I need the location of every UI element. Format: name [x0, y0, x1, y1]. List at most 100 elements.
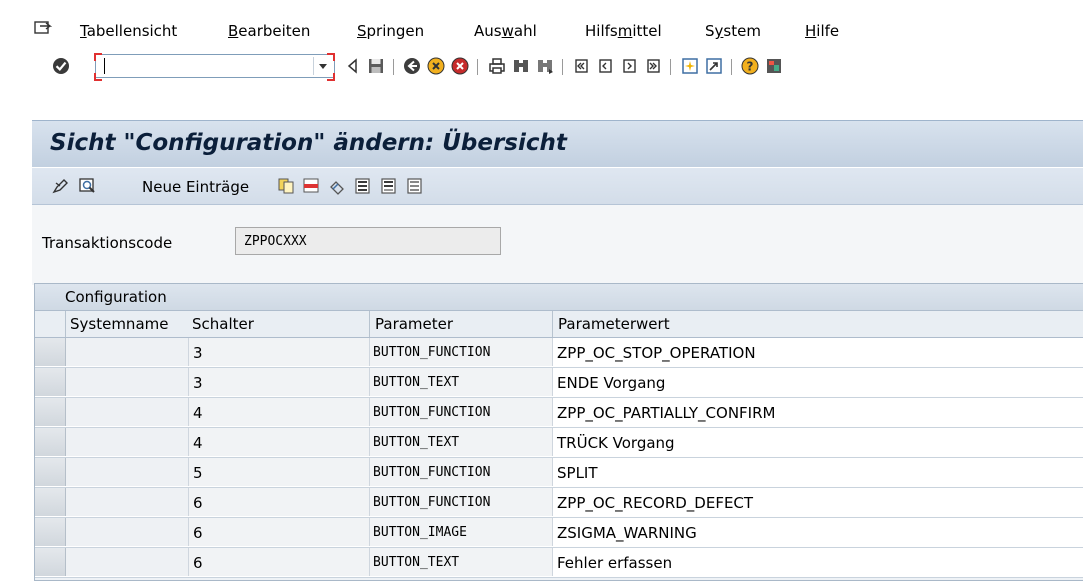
row-selector[interactable] [35, 338, 66, 366]
cell-schalter[interactable]: 3 [189, 338, 370, 366]
table-row[interactable]: 6 BUTTON_IMAGE ZSIGMA_WARNING [35, 518, 1083, 548]
next-page-icon[interactable] [620, 57, 638, 75]
configuration-table: Configuration Systemname Schalter Parame… [34, 283, 1083, 581]
cell-parameterwert[interactable]: Fehler erfassen [553, 548, 1083, 576]
row-selector[interactable] [35, 428, 66, 456]
menu-item-system[interactable]: System [705, 22, 761, 40]
cell-parameterwert[interactable]: ZSIGMA_WARNING [553, 518, 1083, 546]
cell-systemname[interactable] [66, 428, 189, 456]
column-header-parameter[interactable]: Parameter [375, 315, 453, 333]
cell-parameterwert[interactable]: TRÜCK Vorgang [553, 428, 1083, 456]
new-entries-button[interactable]: Neue Einträge [142, 178, 249, 196]
cell-schalter[interactable]: 4 [189, 428, 370, 456]
enter-icon[interactable] [52, 57, 70, 75]
focus-corner-bottom-left [94, 73, 102, 81]
table-row[interactable]: 4 BUTTON_FUNCTION ZPP_OC_PARTIALLY_CONFIRM [35, 398, 1083, 428]
find-next-icon[interactable] [536, 57, 554, 75]
delete-icon[interactable] [302, 177, 320, 195]
cell-schalter[interactable]: 6 [189, 488, 370, 516]
cell-systemname[interactable] [66, 488, 189, 516]
cell-parameter[interactable]: BUTTON_FUNCTION [370, 488, 553, 516]
column-header-schalter[interactable]: Schalter [192, 315, 254, 333]
table-row[interactable]: 6 BUTTON_FUNCTION ZPP_OC_RECORD_DEFECT [35, 488, 1083, 518]
cell-parameterwert[interactable]: ZPP_OC_RECORD_DEFECT [553, 488, 1083, 516]
find-icon[interactable] [512, 57, 530, 75]
print-icon[interactable] [488, 57, 506, 75]
cell-systemname[interactable] [66, 368, 189, 396]
cell-schalter[interactable]: 5 [189, 458, 370, 486]
cell-parameterwert[interactable]: ZPP_OC_STOP_OPERATION [553, 338, 1083, 366]
details-icon[interactable] [78, 177, 96, 195]
select-all-icon[interactable] [354, 177, 372, 195]
shortcut-icon[interactable] [705, 57, 723, 75]
menu-item-bearbeiten[interactable]: Bearbeiten [228, 22, 310, 40]
sap-gui-window: Tabellensicht Bearbeiten Springen Auswah… [22, 12, 1083, 581]
back-arrow-icon[interactable] [344, 57, 362, 75]
schalter-value: 6 [193, 554, 203, 572]
cell-systemname[interactable] [66, 398, 189, 426]
focus-corner-top-right [327, 53, 335, 61]
cell-schalter[interactable]: 6 [189, 548, 370, 576]
column-header-systemname[interactable]: Systemname [70, 315, 168, 333]
toolbar-separator [670, 59, 671, 75]
row-selector[interactable] [35, 398, 66, 426]
undo-icon[interactable] [328, 177, 346, 195]
cell-systemname[interactable] [66, 338, 189, 366]
cell-parameter[interactable]: BUTTON_TEXT [370, 548, 553, 576]
previous-page-icon[interactable] [596, 57, 614, 75]
table-row[interactable]: 3 BUTTON_FUNCTION ZPP_OC_STOP_OPERATION [35, 338, 1083, 368]
header-form-area: Transaktionscode ZPPOCXXX [32, 205, 1083, 285]
save-icon[interactable] [367, 57, 385, 75]
menu-pointer-icon[interactable] [34, 21, 52, 35]
application-toolbar: Neue Einträge [32, 168, 1083, 205]
cell-parameter[interactable]: BUTTON_FUNCTION [370, 458, 553, 486]
help-icon[interactable]: ? [741, 57, 759, 75]
cell-systemname[interactable] [66, 548, 189, 576]
cell-parameter[interactable]: BUTTON_TEXT [370, 428, 553, 456]
copy-icon[interactable] [277, 177, 295, 195]
exit-icon[interactable] [427, 57, 445, 75]
deselect-all-icon[interactable] [406, 177, 424, 195]
menu-item-tabellensicht[interactable]: Tabellensicht [80, 22, 177, 40]
row-selector[interactable] [35, 368, 66, 396]
menu-item-auswahl[interactable]: Auswahl [474, 22, 537, 40]
column-header-parameterwert[interactable]: Parameterwert [558, 315, 670, 333]
menu-item-hilfsmittel[interactable]: Hilfsmittel [585, 22, 662, 40]
back-icon[interactable] [403, 57, 421, 75]
cell-systemname[interactable] [66, 458, 189, 486]
cell-parameter[interactable]: BUTTON_FUNCTION [370, 338, 553, 366]
parameterwert-value: ZSIGMA_WARNING [557, 524, 697, 542]
change-display-icon[interactable] [52, 177, 70, 195]
layout-icon[interactable] [765, 57, 783, 75]
command-field[interactable] [95, 54, 335, 78]
cell-schalter[interactable]: 3 [189, 368, 370, 396]
table-row[interactable]: 3 BUTTON_TEXT ENDE Vorgang [35, 368, 1083, 398]
cell-parameterwert[interactable]: SPLIT [553, 458, 1083, 486]
table-row[interactable]: 5 BUTTON_FUNCTION SPLIT [35, 458, 1083, 488]
cell-schalter[interactable]: 4 [189, 398, 370, 426]
row-selector[interactable] [35, 458, 66, 486]
row-selector[interactable] [35, 548, 66, 576]
cancel-icon[interactable] [451, 57, 469, 75]
first-page-icon[interactable] [572, 57, 590, 75]
menu-item-springen[interactable]: Springen [357, 22, 424, 40]
table-title-bar: Configuration [35, 284, 1083, 311]
column-separator [369, 311, 370, 337]
cell-parameterwert[interactable]: ZPP_OC_PARTIALLY_CONFIRM [553, 398, 1083, 426]
cell-parameterwert[interactable]: ENDE Vorgang [553, 368, 1083, 396]
cell-systemname[interactable] [66, 518, 189, 546]
create-session-icon[interactable] [681, 57, 699, 75]
row-selector[interactable] [35, 488, 66, 516]
table-row[interactable]: 6 BUTTON_TEXT Fehler erfassen [35, 548, 1083, 578]
cell-parameter[interactable]: BUTTON_FUNCTION [370, 398, 553, 426]
cell-schalter[interactable]: 6 [189, 518, 370, 546]
select-block-icon[interactable] [380, 177, 398, 195]
cell-parameter[interactable]: BUTTON_TEXT [370, 368, 553, 396]
last-page-icon[interactable] [644, 57, 662, 75]
screen-title-bar: Sicht "Configuration" ändern: Übersicht [32, 120, 1083, 167]
row-selector[interactable] [35, 518, 66, 546]
menu-item-hilfe[interactable]: Hilfe [805, 22, 839, 40]
cell-parameter[interactable]: BUTTON_IMAGE [370, 518, 553, 546]
parameterwert-value: ENDE Vorgang [557, 374, 666, 392]
table-row[interactable]: 4 BUTTON_TEXT TRÜCK Vorgang [35, 428, 1083, 458]
